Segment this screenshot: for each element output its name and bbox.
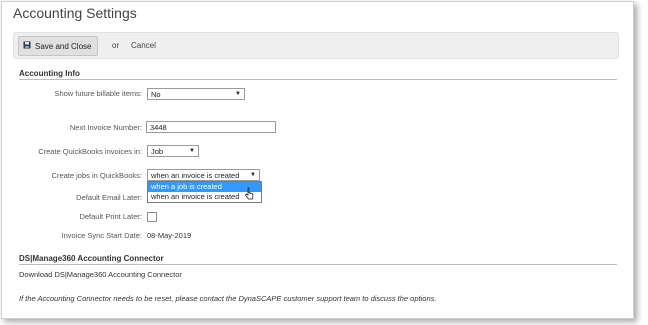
invoice-sync-start-label: Invoice Sync Start Date: bbox=[61, 231, 142, 240]
default-email-later-label: Default Email Later: bbox=[76, 193, 142, 202]
cancel-link[interactable]: Cancel bbox=[131, 41, 156, 50]
future-billable-select[interactable]: No ▼ bbox=[147, 88, 245, 100]
create-jobs-value: when an invoice is created bbox=[151, 170, 240, 180]
save-and-close-label: Save and Close bbox=[35, 41, 92, 51]
next-invoice-field[interactable]: 3448 bbox=[146, 121, 276, 133]
create-invoices-in-value: Job bbox=[151, 146, 164, 156]
default-print-later-label: Default Print Later: bbox=[79, 212, 142, 221]
accounting-settings-window: Accounting Settings Save and Close or Ca… bbox=[1, 1, 634, 319]
mouse-cursor-icon bbox=[244, 187, 254, 205]
page-title: Accounting Settings bbox=[13, 5, 137, 21]
or-text: or bbox=[112, 41, 120, 50]
accounting-info-heading: Accounting Info bbox=[19, 69, 617, 80]
toolbar: Save and Close or Cancel bbox=[13, 32, 619, 59]
create-invoices-in-label: Create QuickBooks invoices in: bbox=[38, 147, 142, 156]
next-invoice-label: Next Invoice Number: bbox=[69, 123, 142, 132]
connector-heading: DS|Manage360 Accounting Connector bbox=[19, 254, 617, 265]
future-billable-label: Show future billable items: bbox=[54, 89, 142, 98]
download-connector-link[interactable]: Download DS|Manage360 Accounting Connect… bbox=[19, 270, 182, 279]
create-invoices-in-select[interactable]: Job ▼ bbox=[147, 145, 199, 157]
chevron-down-icon: ▼ bbox=[235, 91, 241, 97]
invoice-sync-start-value: 08-May-2019 bbox=[147, 231, 192, 240]
save-and-close-button[interactable]: Save and Close bbox=[18, 36, 99, 56]
chevron-down-icon: ▼ bbox=[189, 148, 195, 154]
future-billable-value: No bbox=[151, 89, 161, 99]
chevron-down-icon: ▼ bbox=[250, 172, 256, 178]
create-jobs-label: Create jobs in QuickBooks: bbox=[51, 171, 142, 180]
create-jobs-select[interactable]: when an invoice is created ▼ bbox=[147, 169, 260, 181]
save-icon bbox=[23, 41, 31, 51]
default-print-later-checkbox[interactable] bbox=[147, 212, 157, 222]
connector-reset-note: If the Accounting Connector needs to be … bbox=[19, 294, 437, 303]
